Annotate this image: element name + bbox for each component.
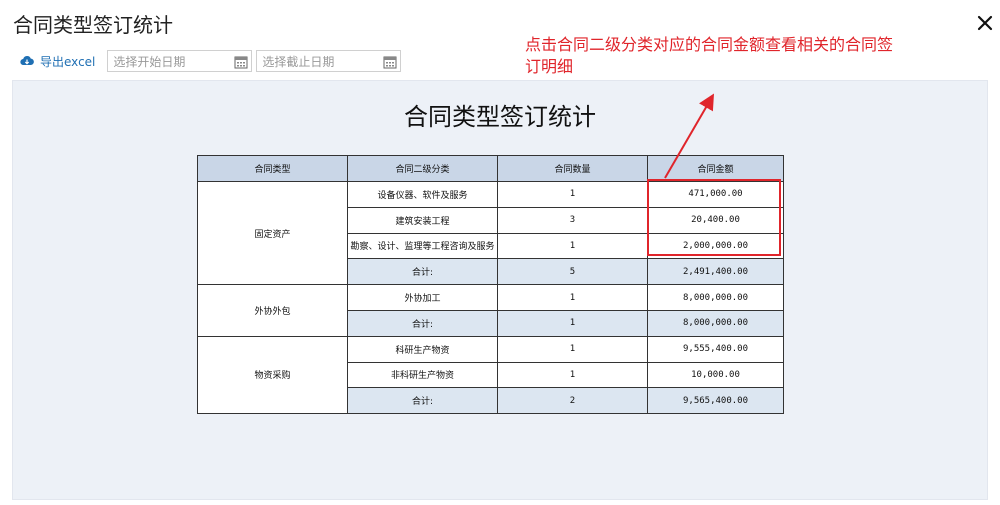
contract-type-cell: 物资采购 bbox=[197, 335, 348, 415]
table-row: 固定资产 设备仪器、软件及服务 1 471,000.00 bbox=[197, 180, 784, 286]
subtotal-label: 合计: bbox=[347, 309, 498, 337]
report-title: 合同类型签订统计 bbox=[404, 103, 596, 131]
column-header: 合同数量 bbox=[497, 155, 648, 182]
category-cell: 建筑安装工程 bbox=[347, 206, 498, 234]
column-header: 合同金额 bbox=[647, 155, 784, 182]
stat-table: 合同类型 合同二级分类 合同数量 合同金额 固定资产 设备仪器、软件及服务 1 … bbox=[197, 155, 784, 415]
start-date-field[interactable] bbox=[107, 50, 253, 72]
subtotal-count: 5 bbox=[497, 258, 648, 286]
count-cell: 1 bbox=[497, 284, 648, 311]
report-panel: 合同类型签订统计 合同类型 合同二级分类 合同数量 合同金额 固定资产 设备仪器… bbox=[12, 80, 988, 500]
export-excel-button[interactable]: 导出excel bbox=[20, 53, 95, 70]
subtotal-label: 合计: bbox=[347, 258, 498, 286]
count-cell: 3 bbox=[497, 206, 648, 234]
toolbar: 导出excel bbox=[20, 50, 405, 72]
count-cell: 1 bbox=[497, 181, 648, 208]
column-header: 合同二级分类 bbox=[347, 155, 498, 182]
start-date-input[interactable] bbox=[108, 52, 229, 72]
amount-cell[interactable]: 471,000.00 bbox=[647, 181, 784, 208]
contract-type-cell: 固定资产 bbox=[197, 180, 348, 286]
subtotal-amount: 2,491,400.00 bbox=[647, 258, 784, 286]
table-row: 物资采购 科研生产物资 1 9,555,400.00 bbox=[197, 335, 784, 415]
table-row: 外协外包 外协加工 1 8,000,000.00 bbox=[197, 284, 784, 337]
amount-cell[interactable]: 20,400.00 bbox=[647, 206, 784, 234]
category-cell: 设备仪器、软件及服务 bbox=[347, 181, 498, 208]
export-label: 导出excel bbox=[40, 54, 96, 69]
end-date-field[interactable] bbox=[256, 50, 402, 72]
amount-cell[interactable]: 10,000.00 bbox=[647, 361, 784, 389]
count-cell: 1 bbox=[497, 361, 648, 389]
subtotal-count: 1 bbox=[497, 309, 648, 337]
subtotal-count: 2 bbox=[497, 387, 648, 415]
subtotal-amount: 9,565,400.00 bbox=[647, 387, 784, 415]
calendar-icon[interactable] bbox=[383, 54, 397, 69]
category-cell: 非科研生产物资 bbox=[347, 361, 498, 389]
amount-cell[interactable]: 2,000,000.00 bbox=[647, 232, 784, 260]
amount-cell[interactable]: 8,000,000.00 bbox=[647, 284, 784, 311]
subtotal-amount: 8,000,000.00 bbox=[647, 309, 784, 337]
table-header-row: 合同类型 合同二级分类 合同数量 合同金额 bbox=[197, 155, 784, 182]
amount-cell[interactable]: 9,555,400.00 bbox=[647, 335, 784, 363]
cloud-download-icon bbox=[20, 55, 34, 67]
contract-type-cell: 外协外包 bbox=[197, 284, 348, 337]
annotation-note: 点击合同二级分类对应的合同金额查看相关的合同签订明细 bbox=[525, 35, 894, 76]
end-date-input[interactable] bbox=[257, 52, 378, 72]
count-cell: 1 bbox=[497, 335, 648, 363]
count-cell: 1 bbox=[497, 232, 648, 260]
dialog-title: 合同类型签订统计 bbox=[13, 13, 173, 37]
calendar-icon[interactable] bbox=[234, 54, 248, 69]
category-cell: 科研生产物资 bbox=[347, 335, 498, 363]
subtotal-label: 合计: bbox=[347, 387, 498, 415]
close-icon[interactable] bbox=[976, 14, 994, 32]
category-cell: 勘察、设计、监理等工程咨询及服务 bbox=[347, 232, 498, 260]
category-cell: 外协加工 bbox=[347, 284, 498, 311]
column-header: 合同类型 bbox=[197, 155, 348, 182]
